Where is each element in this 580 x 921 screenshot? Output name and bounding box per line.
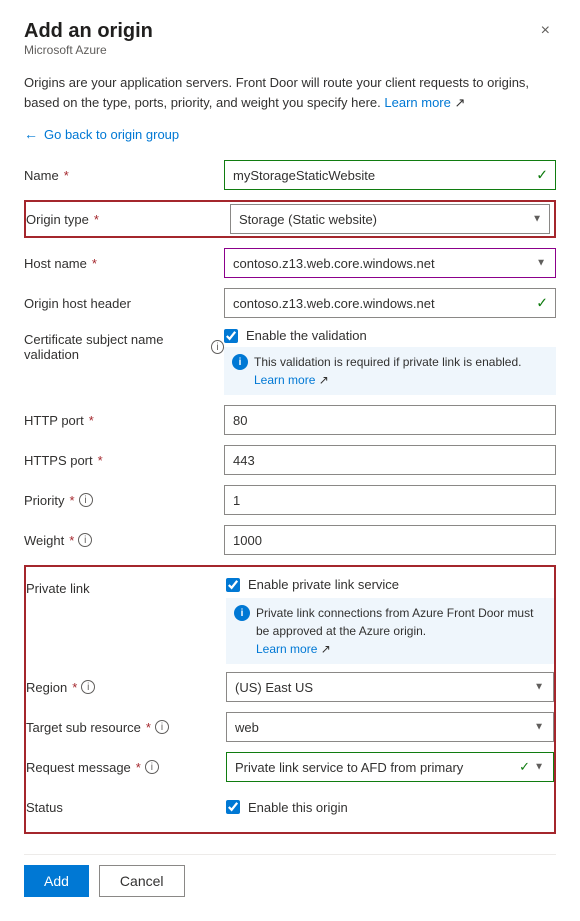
- cert-validation-info-icon[interactable]: i: [211, 340, 224, 354]
- target-sub-resource-select[interactable]: web blob file: [226, 712, 554, 742]
- origin-type-select[interactable]: Storage (Static website) Custom App Serv…: [230, 204, 550, 234]
- private-link-info-text: Private link connections from Azure Fron…: [256, 604, 546, 658]
- name-label: Name *: [24, 168, 224, 183]
- panel-header: Add an origin Microsoft Azure ×: [24, 20, 556, 69]
- origin-type-label: Origin type *: [26, 212, 226, 227]
- private-link-info-box: i Private link connections from Azure Fr…: [226, 598, 554, 664]
- add-origin-panel: Add an origin Microsoft Azure × Origins …: [0, 0, 580, 921]
- title-block: Add an origin Microsoft Azure: [24, 20, 153, 69]
- private-link-info-circle: i: [234, 605, 250, 621]
- private-link-section: Private link Enable private link service…: [24, 565, 556, 834]
- status-checkbox-row: Enable this origin: [226, 800, 348, 815]
- weight-label: Weight * i: [24, 533, 224, 548]
- learn-more-link[interactable]: Learn more: [384, 95, 450, 110]
- host-name-select-wrap: contoso.z13.web.core.windows.net ▼: [224, 248, 556, 278]
- origin-host-header-input[interactable]: [224, 288, 556, 318]
- priority-input[interactable]: [224, 485, 556, 515]
- request-message-info-icon[interactable]: i: [145, 760, 159, 774]
- region-info-icon[interactable]: i: [81, 680, 95, 694]
- weight-info-icon[interactable]: i: [78, 533, 92, 547]
- host-name-label: Host name *: [24, 256, 224, 271]
- name-row: Name * ✓: [24, 160, 556, 190]
- external-link-icon: ↗: [454, 95, 465, 110]
- priority-row: Priority * i: [24, 485, 556, 515]
- http-port-input[interactable]: [224, 405, 556, 435]
- request-message-label: Request message * i: [26, 760, 226, 775]
- region-select[interactable]: (US) East US (US) West US (US) Central U…: [226, 672, 554, 702]
- host-name-select[interactable]: contoso.z13.web.core.windows.net: [224, 248, 556, 278]
- private-link-checkbox-label: Enable private link service: [248, 577, 399, 592]
- cert-validation-controls: Enable the validation i This validation …: [224, 328, 556, 395]
- cert-validation-external-icon: ↗: [319, 373, 329, 387]
- cert-validation-label: Certificate subject name validation i: [24, 328, 224, 362]
- footer-buttons: Add Cancel: [24, 854, 556, 897]
- origin-host-header-label: Origin host header: [24, 296, 224, 311]
- cancel-button[interactable]: Cancel: [99, 865, 185, 897]
- back-arrow-icon: ←: [24, 126, 38, 142]
- name-input[interactable]: [224, 160, 556, 190]
- https-port-row: HTTPS port *: [24, 445, 556, 475]
- private-link-learn-more-link[interactable]: Learn more: [256, 642, 317, 656]
- private-link-external-icon: ↗: [321, 642, 331, 656]
- panel-title: Add an origin: [24, 20, 153, 43]
- status-label: Status: [26, 800, 226, 815]
- target-sub-resource-row: Target sub resource * i web blob file ▼: [26, 712, 554, 742]
- private-link-checkbox-row: Enable private link service: [226, 577, 554, 592]
- private-link-label: Private link: [26, 577, 226, 596]
- back-to-origin-group-link[interactable]: ← Go back to origin group: [24, 126, 556, 142]
- http-port-row: HTTP port *: [24, 405, 556, 435]
- http-port-label: HTTP port *: [24, 413, 224, 428]
- private-link-controls: Enable private link service i Private li…: [226, 577, 554, 664]
- back-link-label: Go back to origin group: [44, 127, 179, 142]
- description-text: Origins are your application servers. Fr…: [24, 73, 556, 112]
- cert-validation-info-box: i This validation is required if private…: [224, 347, 556, 395]
- request-message-row: Request message * i Private link service…: [26, 752, 554, 782]
- cert-validation-checkbox-label: Enable the validation: [246, 328, 367, 343]
- https-port-label: HTTPS port *: [24, 453, 224, 468]
- close-button[interactable]: ×: [535, 20, 556, 42]
- origin-host-header-row: Origin host header ✓: [24, 288, 556, 318]
- weight-row: Weight * i: [24, 525, 556, 555]
- request-message-select[interactable]: Private link service to AFD from primary: [226, 752, 554, 782]
- name-input-wrap: ✓: [224, 160, 556, 190]
- private-link-row: Private link Enable private link service…: [26, 577, 554, 664]
- cert-validation-learn-more-link[interactable]: Learn more: [254, 373, 315, 387]
- priority-label: Priority * i: [24, 493, 224, 508]
- host-name-row: Host name * contoso.z13.web.core.windows…: [24, 248, 556, 278]
- request-message-select-wrap: Private link service to AFD from primary…: [226, 752, 554, 782]
- weight-input[interactable]: [224, 525, 556, 555]
- region-label: Region * i: [26, 680, 226, 695]
- private-link-checkbox[interactable]: [226, 578, 240, 592]
- status-checkbox[interactable]: [226, 800, 240, 814]
- origin-type-select-wrap: Storage (Static website) Custom App Serv…: [230, 204, 550, 234]
- status-checkbox-label: Enable this origin: [248, 800, 348, 815]
- cert-validation-info-circle: i: [232, 354, 248, 370]
- add-button[interactable]: Add: [24, 865, 89, 897]
- cert-validation-info-text: This validation is required if private l…: [254, 353, 548, 389]
- origin-host-header-wrap: ✓: [224, 288, 556, 318]
- target-sub-resource-info-icon[interactable]: i: [155, 720, 169, 734]
- cert-validation-row: Certificate subject name validation i En…: [24, 328, 556, 395]
- origin-host-header-check-icon: ✓: [536, 295, 548, 312]
- region-row: Region * i (US) East US (US) West US (US…: [26, 672, 554, 702]
- target-sub-resource-select-wrap: web blob file ▼: [226, 712, 554, 742]
- priority-info-icon[interactable]: i: [79, 493, 93, 507]
- cert-validation-checkbox-row: Enable the validation: [224, 328, 556, 343]
- panel-subtitle: Microsoft Azure: [24, 43, 153, 57]
- https-port-input[interactable]: [224, 445, 556, 475]
- target-sub-resource-label: Target sub resource * i: [26, 720, 226, 735]
- origin-type-row: Origin type * Storage (Static website) C…: [24, 200, 556, 238]
- cert-validation-checkbox[interactable]: [224, 329, 238, 343]
- name-check-icon: ✓: [536, 167, 548, 184]
- region-select-wrap: (US) East US (US) West US (US) Central U…: [226, 672, 554, 702]
- status-row: Status Enable this origin: [26, 792, 554, 822]
